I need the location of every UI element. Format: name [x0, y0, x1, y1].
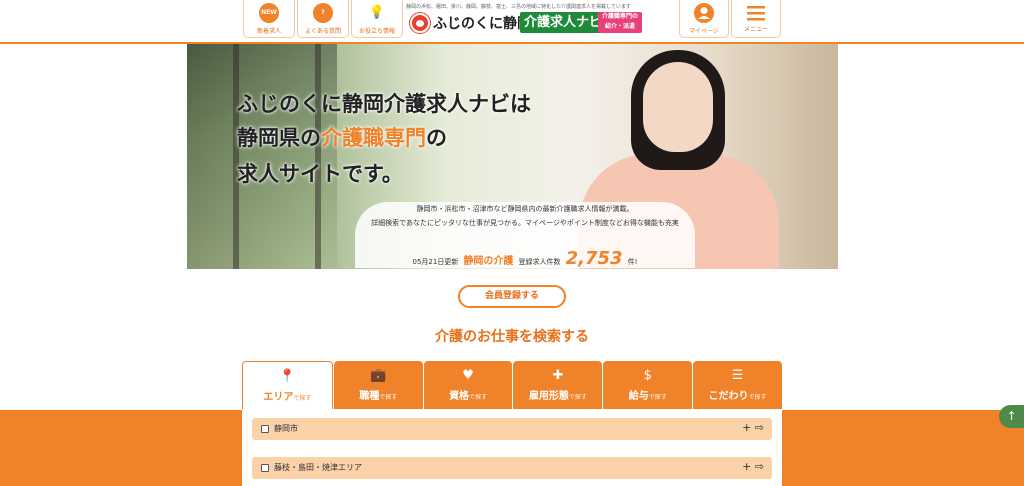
area-checkbox[interactable] — [261, 464, 269, 472]
hero-heading-line2-pre: 静岡県の — [237, 126, 321, 150]
updated-date: 05月21日更新 — [412, 258, 459, 266]
expand-arrow-icon[interactable]: + ⇨ — [742, 460, 764, 473]
site-header: NEW 新着求人 ? よくある質問 💡 お役立ち情報 静岡の浜松、磐田、掛川、静… — [0, 0, 1024, 44]
logo-pink-line1: 介護職専門の — [601, 13, 638, 20]
new-badge-icon: NEW — [259, 2, 279, 23]
nav-new-jobs-button[interactable]: NEW 新着求人 — [243, 0, 295, 38]
map-pin-icon: 📍 — [279, 368, 296, 384]
window-frame — [315, 44, 321, 269]
tab-salary-main: 給与 — [628, 390, 649, 402]
hamburger-menu-icon — [747, 5, 765, 20]
area-panel: 静岡市 + ⇨ 藤枝・島田・焼津エリア + ⇨ — [242, 409, 782, 486]
nav-menu-button[interactable]: メニュー — [731, 0, 781, 38]
dollar-icon: $ — [643, 367, 652, 383]
tab-qualification-sub: で探す — [469, 393, 488, 401]
tab-qualification-label: 資格で探す — [449, 387, 487, 402]
tab-salary-sub: で探す — [648, 393, 667, 401]
nav-useful-info-label: お役立ち情報 — [358, 27, 395, 35]
logo-main-text: ふじのくに静岡 — [433, 16, 531, 32]
hero-heading-line2-post: の — [426, 126, 447, 150]
site-logo[interactable]: 静岡の浜松、磐田、掛川、静岡、藤枝、富士、三島の地域に特化した介護関連求人を掲載… — [406, 0, 674, 38]
tab-area-label: エリアで探す — [263, 388, 311, 403]
nav-faq-label: よくある質問 — [304, 27, 341, 35]
person-face — [643, 62, 713, 152]
logo-pink-badge: 介護職専門の 紹介・派遣 — [598, 12, 642, 33]
tab-salary[interactable]: $ 給与で探す — [603, 361, 693, 409]
user-icon — [694, 2, 714, 23]
area-label: 静岡市 — [274, 424, 298, 433]
logo-green-text: 介護求人ナビ — [520, 12, 607, 33]
count-label: 登録求人件数 — [518, 258, 561, 266]
lightbulb-icon: 💡 — [368, 5, 386, 20]
area-row-fujieda[interactable]: 藤枝・島田・焼津エリア + ⇨ — [252, 457, 772, 479]
arrow-up-icon: ↑ — [1006, 409, 1017, 423]
tab-preferences-main: こだわり — [708, 390, 749, 402]
tab-qualification[interactable]: ♥ 資格で探す — [423, 361, 513, 409]
count-unit: 件! — [627, 258, 638, 266]
tab-employment-type-sub: で探す — [568, 393, 587, 401]
tab-preferences[interactable]: ☰ こだわりで探す — [693, 361, 782, 409]
hero-description-2: 詳細検索であなたにピッタリな仕事が見つかる。マイページやポイント制度などお得な機… — [371, 219, 679, 227]
register-button[interactable]: 会員登録する — [458, 285, 566, 308]
nav-mypage-button[interactable]: マイページ — [679, 0, 729, 38]
hero-banner: ふじのくに静岡介護求人ナビは 静岡県の介護職専門の 求人サイトです。 静岡市・浜… — [187, 44, 838, 269]
question-bubble-icon: ? — [313, 2, 333, 23]
tab-job-type-main: 職種 — [359, 390, 380, 402]
tab-job-type-sub: で探す — [379, 393, 398, 401]
expand-arrow-icon[interactable]: + ⇨ — [742, 421, 764, 434]
count-value: 2,753 — [565, 248, 623, 269]
puzzle-icon: ✚ — [552, 367, 564, 383]
tab-job-type-label: 職種で探す — [359, 387, 397, 402]
search-tabs: 📍 エリアで探す 💼 職種で探す ♥ 資格で探す ✚ 雇用形態で探す $ 給与で… — [242, 361, 782, 410]
hero-heading-line1: ふじのくに静岡介護求人ナビは — [237, 92, 531, 116]
area-row-shizuoka[interactable]: 静岡市 + ⇨ — [252, 418, 772, 440]
nav-useful-info-button[interactable]: 💡 お役立ち情報 — [351, 0, 403, 38]
logo-mascot-icon — [410, 13, 430, 33]
tab-area-main: エリア — [263, 391, 294, 403]
tab-employment-type-main: 雇用形態 — [528, 390, 569, 402]
hero-heading-line2-accent: 介護職専門 — [321, 126, 426, 150]
tab-employment-type[interactable]: ✚ 雇用形態で探す — [513, 361, 603, 409]
heart-icon: ♥ — [462, 367, 474, 383]
site-tagline: 静岡の浜松、磐田、掛川、静岡、藤枝、富士、三島の地域に特化した介護関連求人を掲載… — [406, 4, 631, 10]
tab-qualification-main: 資格 — [449, 390, 470, 402]
area-label: 藤枝・島田・焼津エリア — [274, 463, 362, 472]
job-count: 05月21日更新 静岡の介護 登録求人件数 2,753 件! — [355, 248, 695, 269]
briefcase-icon: 💼 — [370, 367, 387, 383]
logo-pink-line2: 紹介・派遣 — [604, 23, 635, 30]
tab-area[interactable]: 📍 エリアで探す — [242, 361, 333, 410]
scroll-to-top-button[interactable]: ↑ — [999, 405, 1024, 428]
tab-area-sub: で探す — [293, 394, 312, 402]
hero-heading-line3: 求人サイトです。 — [237, 162, 403, 186]
window-frame — [233, 44, 239, 269]
tab-salary-label: 給与で探す — [629, 387, 667, 402]
hero-description-1: 静岡市・浜松市・沼津市など静岡県内の最新介護職求人情報が満載。 — [416, 205, 634, 213]
search-section-title: 介護のお仕事を検索する — [435, 329, 589, 345]
tab-preferences-label: こだわりで探す — [709, 387, 767, 402]
hero-brand: 静岡の介護 — [463, 256, 514, 267]
tab-job-type[interactable]: 💼 職種で探す — [333, 361, 423, 409]
area-checkbox[interactable] — [261, 425, 269, 433]
checklist-icon: ☰ — [731, 367, 744, 383]
nav-mypage-label: マイページ — [689, 27, 719, 35]
nav-faq-button[interactable]: ? よくある質問 — [297, 0, 349, 38]
tab-preferences-sub: で探す — [748, 393, 767, 401]
nav-new-jobs-label: 新着求人 — [256, 27, 281, 35]
hero-description-box: 静岡市・浜松市・沼津市など静岡県内の最新介護職求人情報が満載。 詳細検索であなた… — [355, 202, 695, 269]
nav-menu-label: メニュー — [743, 25, 768, 33]
tab-employment-type-label: 雇用形態で探す — [529, 387, 587, 402]
hero-heading-line2: 静岡県の介護職専門の — [237, 122, 447, 152]
